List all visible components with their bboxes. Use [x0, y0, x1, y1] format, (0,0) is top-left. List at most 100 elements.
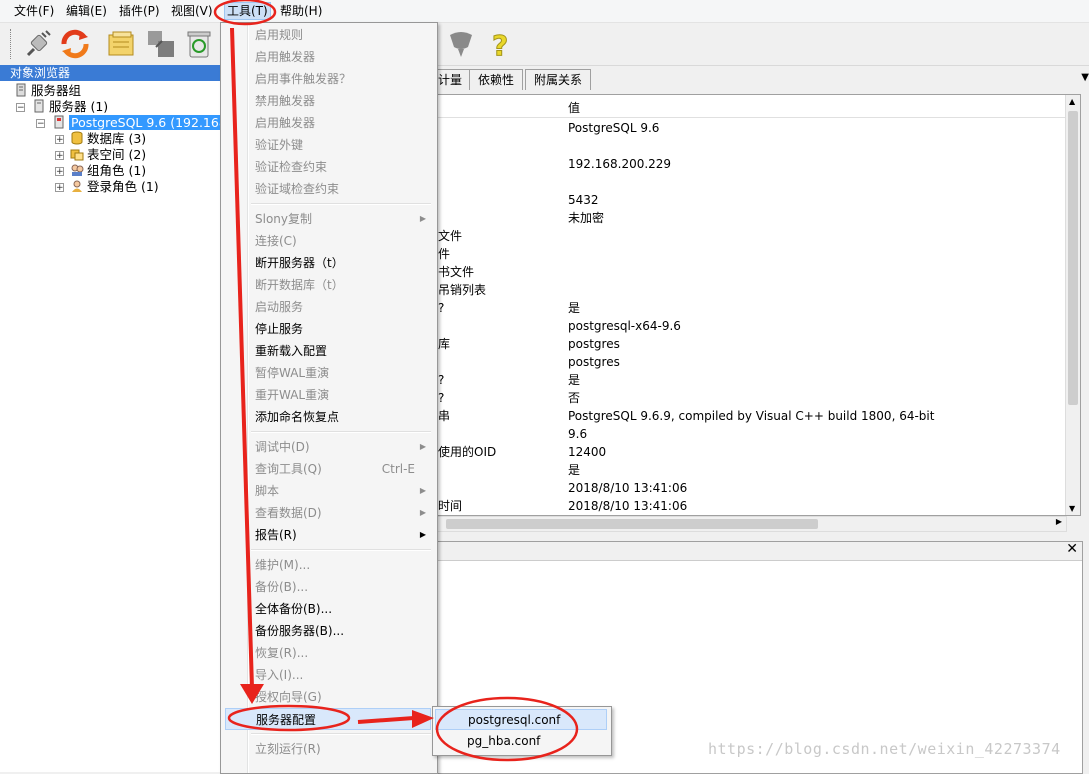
expand-icon[interactable]: + — [55, 167, 64, 177]
property-row[interactable]: 192.168.200.229 — [438, 155, 1068, 173]
menu-item-label: Slony复制 — [255, 212, 313, 226]
collapse-icon[interactable]: − — [16, 103, 25, 113]
tree-node-servers[interactable]: 服务器 (1) — [32, 99, 108, 115]
menu-view[interactable]: 视图(V) — [171, 3, 213, 19]
tab-dependents[interactable]: 附属关系 — [525, 69, 592, 90]
tools-menu-item: 立刻运行(R) — [221, 738, 435, 760]
menu-item-label: 启用触发器 — [255, 116, 316, 130]
toolbar-grip[interactable] — [10, 29, 14, 59]
tools-menu-item: 启用事件触发器？ — [221, 68, 435, 90]
property-name: ? — [438, 373, 445, 387]
property-row[interactable]: 库 postgres — [438, 335, 1068, 353]
property-row[interactable]: 件 — [438, 245, 1068, 263]
property-row[interactable]: 5432 — [438, 191, 1068, 209]
tools-menu-item[interactable]: 断开服务器（t） — [221, 252, 435, 274]
tools-menu-item[interactable]: 备份服务器(B)... — [221, 620, 435, 642]
create-object-icon[interactable] — [144, 27, 178, 61]
value-column-header[interactable]: 值 — [568, 99, 580, 116]
menu-separator — [251, 733, 431, 735]
tree-node-group-roles[interactable]: 组角色 (1) — [70, 163, 146, 179]
tools-menu-item[interactable]: 重新载入配置 — [221, 340, 435, 362]
tools-menu-item[interactable]: 停止服务 — [221, 318, 435, 340]
menu-help[interactable]: 帮助(H) — [280, 3, 322, 19]
tree-node-postgresql-server[interactable]: PostgreSQL 9.6 (192.168.2 — [52, 115, 241, 131]
object-browser: 对象浏览器 服务器组 − 服务器 (1) − PostgreSQL 9.6 (1… — [0, 65, 241, 772]
property-row[interactable]: ? 是 — [438, 299, 1068, 317]
property-row[interactable]: 吊销列表 — [438, 281, 1068, 299]
sql-pane-header: ✕ — [438, 541, 1082, 561]
sql-icon[interactable] — [444, 27, 478, 61]
tools-menu-item[interactable]: 全体备份(B)... — [221, 598, 435, 620]
submenu-item-pg-hba-conf[interactable]: pg_hba.conf — [435, 731, 607, 752]
property-row[interactable]: 文件 — [438, 227, 1068, 245]
tab-menu-chevron-down-icon[interactable]: ▼ — [1081, 72, 1089, 83]
refresh-icon[interactable] — [58, 27, 92, 61]
menu-item-label: 调试中(D) — [255, 440, 310, 454]
menu-separator — [251, 203, 431, 205]
properties-icon[interactable] — [105, 27, 139, 61]
property-row[interactable]: 使用的OID 12400 — [438, 443, 1068, 461]
property-name: 书文件 — [438, 265, 475, 279]
menu-item-label: 重新载入配置 — [255, 344, 328, 358]
delete-object-icon[interactable] — [182, 27, 216, 61]
menu-item-label: 启用规则 — [255, 28, 304, 42]
property-value: 2018/8/10 13:41:06 — [568, 499, 688, 513]
menu-file[interactable]: 文件(F) — [14, 3, 54, 19]
property-value: 是 — [568, 301, 581, 315]
collapse-icon[interactable]: − — [36, 119, 45, 129]
properties-horizontal-scrollbar[interactable]: ▶ — [437, 516, 1067, 532]
property-row[interactable]: 时间 2018/8/10 13:41:06 — [438, 497, 1068, 515]
menu-item-label: 备份服务器(B)... — [255, 624, 345, 638]
property-row[interactable]: 未加密 — [438, 209, 1068, 227]
tools-menu-item: 重开WAL重演 — [221, 384, 435, 406]
menu-tools[interactable]: 工具(T) — [224, 2, 271, 20]
scrollbar-thumb[interactable] — [446, 519, 818, 529]
tree-node-label: PostgreSQL 9.6 (192.168.2 — [69, 115, 241, 130]
property-value: postgresql-x64-9.6 — [568, 319, 681, 333]
property-row[interactable]: 2018/8/10 13:41:06 — [438, 479, 1068, 497]
tools-menu-item[interactable]: 服务器配置 ▶ — [225, 708, 431, 730]
property-value: 12400 — [568, 445, 607, 459]
tab-statistics[interactable]: 计量 — [437, 69, 472, 90]
hint-icon[interactable]: ? — [484, 27, 518, 63]
property-row[interactable]: ? 是 — [438, 371, 1068, 389]
property-row[interactable]: 是 — [438, 461, 1068, 479]
tools-menu-item[interactable]: 报告(R) ▶ — [221, 524, 435, 546]
menu-item-label: 添加命名恢复点 — [255, 410, 340, 424]
plug-icon[interactable] — [20, 27, 54, 61]
property-row[interactable]: postgresql-x64-9.6 — [438, 317, 1068, 335]
menu-plugins[interactable]: 插件(P) — [119, 3, 160, 19]
menu-item-label: 导入(I)... — [255, 668, 304, 682]
menu-item-label: 恢复(R)... — [255, 646, 309, 660]
tab-dependencies[interactable]: 依赖性 — [469, 69, 524, 90]
property-row[interactable]: ? 否 — [438, 389, 1068, 407]
properties-vertical-scrollbar[interactable]: ▲ ▼ — [1065, 95, 1080, 515]
property-row[interactable]: PostgreSQL 9.6 — [438, 119, 1068, 137]
tools-menu-item: 脚本 ▶ — [221, 480, 435, 502]
menu-edit[interactable]: 编辑(E) — [66, 3, 107, 19]
property-row[interactable] — [438, 137, 1068, 155]
property-name: 串 — [438, 409, 451, 423]
property-name: 件 — [438, 247, 451, 261]
property-row[interactable]: postgres — [438, 353, 1068, 371]
tree-node-login-roles[interactable]: 登录角色 (1) — [70, 179, 159, 195]
submenu-item-postgresql-conf[interactable]: postgresql.conf — [435, 709, 607, 730]
menu-item-label: 重开WAL重演 — [255, 388, 330, 402]
property-row[interactable] — [438, 173, 1068, 191]
property-row[interactable]: 书文件 — [438, 263, 1068, 281]
scrollbar-thumb[interactable] — [1068, 111, 1078, 405]
menu-separator — [251, 549, 431, 551]
property-value: 是 — [568, 373, 581, 387]
close-icon[interactable]: ✕ — [1066, 541, 1078, 557]
expand-icon[interactable]: + — [55, 183, 64, 193]
expand-icon[interactable]: + — [55, 151, 64, 161]
tree-node-tablespaces[interactable]: 表空间 (2) — [70, 147, 146, 163]
tools-menu-item[interactable]: 添加命名恢复点 — [221, 406, 435, 428]
tree-node-server-groups[interactable]: 服务器组 — [14, 83, 81, 99]
menu-bar: 文件(F) 编辑(E) 插件(P) 视图(V) 工具(T) 帮助(H) — [0, 0, 1089, 23]
property-value: 是 — [568, 463, 581, 477]
tree-node-databases[interactable]: 数据库 (3) — [70, 131, 146, 147]
property-row[interactable]: 串 PostgreSQL 9.6.9, compiled by Visual C+… — [438, 407, 1068, 425]
expand-icon[interactable]: + — [55, 135, 64, 145]
property-row[interactable]: 9.6 — [438, 425, 1068, 443]
